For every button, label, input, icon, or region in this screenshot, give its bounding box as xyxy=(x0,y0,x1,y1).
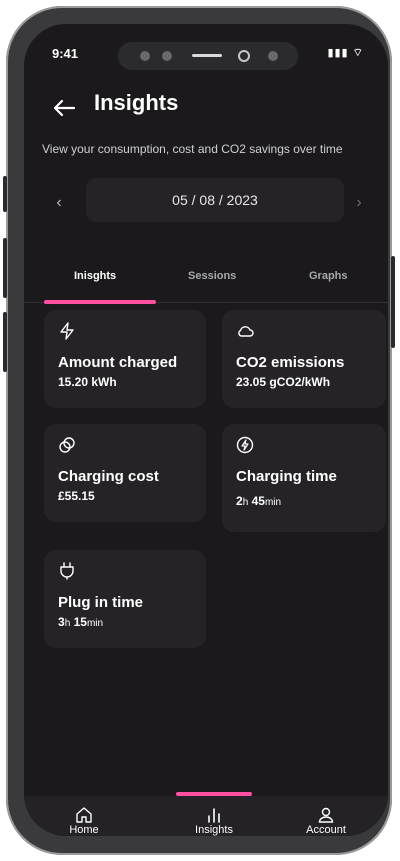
minutes-unit: min xyxy=(86,618,104,629)
hours-value: 2 xyxy=(236,494,243,508)
home-icon xyxy=(76,807,92,823)
nav-label: Account xyxy=(306,824,346,836)
minutes-unit: min xyxy=(264,497,282,508)
next-date-button[interactable]: › xyxy=(350,194,368,214)
card-label: Amount charged xyxy=(58,354,178,371)
minutes-value: 45 xyxy=(251,494,265,508)
nav-home[interactable]: Home xyxy=(44,806,124,836)
volume-up-button xyxy=(3,238,7,298)
card-charging-time[interactable]: Charging time 2h 45min xyxy=(222,424,386,532)
nav-account[interactable]: Account xyxy=(286,806,366,836)
active-tab-indicator xyxy=(44,300,156,304)
card-label: Plug in time xyxy=(58,594,144,611)
nav-label: Home xyxy=(69,824,99,836)
hours-value: 3 xyxy=(58,615,65,629)
status-bar: 9:41 ▮▮▮ ⌔ xyxy=(46,46,366,66)
side-button xyxy=(3,176,7,212)
nav-insights[interactable]: Insights xyxy=(174,806,254,836)
power-button xyxy=(391,256,395,348)
card-plug-in-time[interactable]: Plug in time 3h 15min xyxy=(44,550,206,648)
hours-unit: h xyxy=(64,618,71,629)
date-value: 05 / 08 / 2023 xyxy=(172,192,258,208)
hours-unit: h xyxy=(242,497,249,508)
card-label: Charging time xyxy=(236,468,337,485)
bar-chart-icon xyxy=(208,808,220,823)
tab-insights[interactable]: Inisghts xyxy=(74,270,116,282)
coins-icon xyxy=(58,436,76,454)
card-value: 3h 15min xyxy=(58,615,103,629)
page-subtitle: View your consumption, cost and CO2 savi… xyxy=(42,142,343,156)
user-icon xyxy=(318,807,334,823)
card-label: Charging cost xyxy=(58,468,159,485)
back-arrow-icon[interactable] xyxy=(50,94,78,122)
cloud-icon xyxy=(236,322,254,340)
minutes-value: 15 xyxy=(73,615,87,629)
nav-label: Insights xyxy=(195,824,233,836)
tab-graphs[interactable]: Graphs xyxy=(309,270,348,282)
card-value: 15.20 kWh xyxy=(58,375,117,389)
card-label: CO2 emissions xyxy=(236,354,345,371)
card-value: 23.05 gCO2/kWh xyxy=(236,375,331,389)
phone-frame: 9:41 ▮▮▮ ⌔ Insights View your consumptio… xyxy=(3,6,395,855)
signal-wifi-icons: ▮▮▮ ⌔ xyxy=(327,47,364,59)
card-value: £55.15 xyxy=(58,489,95,503)
lightning-icon xyxy=(58,322,76,340)
card-value: 2h 45min xyxy=(236,494,281,508)
charging-timer-icon xyxy=(236,436,254,454)
card-charging-cost[interactable]: Charging cost £55.15 xyxy=(44,424,206,522)
page-title: Insights xyxy=(94,90,179,115)
card-co2-emissions[interactable]: CO2 emissions 23.05 gCO2/kWh xyxy=(222,310,386,408)
volume-down-button xyxy=(3,312,7,372)
card-amount-charged[interactable]: Amount charged 15.20 kWh xyxy=(44,310,206,408)
date-display[interactable]: 05 / 08 / 2023 xyxy=(86,178,344,222)
app-screen: 9:41 ▮▮▮ ⌔ Insights View your consumptio… xyxy=(24,24,388,836)
tab-sessions[interactable]: Sessions xyxy=(188,270,236,282)
tab-bar: Inisghts Sessions Graphs xyxy=(24,262,388,303)
previous-date-button[interactable]: ‹ xyxy=(50,194,68,214)
plug-icon xyxy=(58,562,76,580)
status-time: 9:41 xyxy=(52,46,79,61)
bottom-navigation: Home Insights Account xyxy=(24,796,388,836)
